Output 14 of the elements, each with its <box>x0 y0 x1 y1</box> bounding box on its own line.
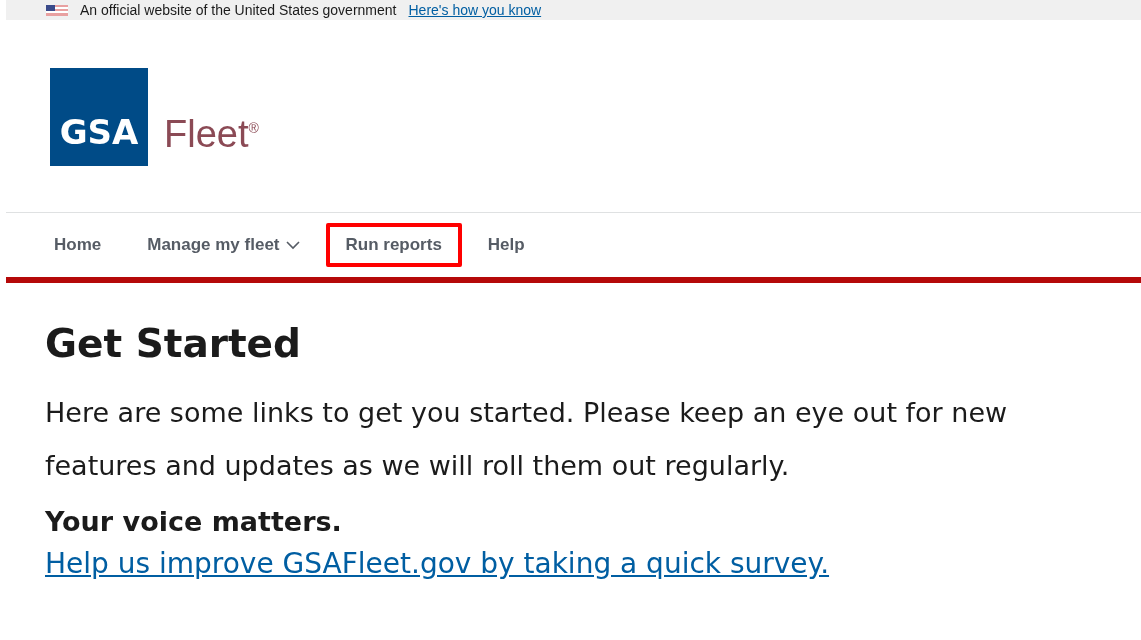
nav-link[interactable]: Help <box>467 223 545 267</box>
survey-link[interactable]: Help us improve GSAFleet.gov by taking a quick survey. <box>45 547 830 580</box>
banner-text: An official website of the United States government <box>80 2 397 18</box>
chevron-down-icon <box>285 240 300 250</box>
intro-paragraph: Here are some links to get you started. Please keep an eye out for new features and updates as we will roll them out regularly. <box>45 396 1009 483</box>
gsa-logo: GSA <box>50 68 148 166</box>
brand-name: Fleet$^{®}$ <box>164 113 259 157</box>
nav-link[interactable]: Home <box>34 223 122 267</box>
page-heading: Get Started <box>45 321 302 366</box>
nav-link[interactable]: Run reports <box>325 223 462 267</box>
section-heading: Your voice matters. <box>45 506 343 537</box>
banner-link[interactable]: Here's how you know <box>408 2 542 18</box>
nav-link[interactable]: Manage my fleet <box>127 223 320 267</box>
flag-icon <box>46 4 68 16</box>
